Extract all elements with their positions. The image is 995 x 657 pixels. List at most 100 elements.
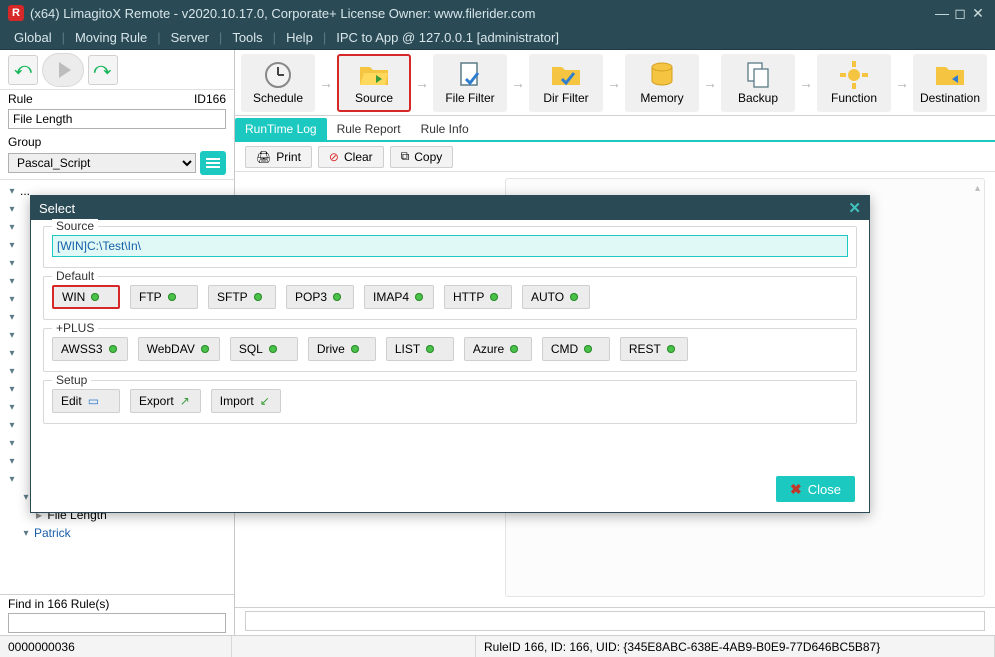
rule-input[interactable] bbox=[8, 109, 226, 129]
protocol-sql-button[interactable]: SQL bbox=[230, 337, 298, 361]
protocol-webdav-button[interactable]: WebDAV bbox=[138, 337, 220, 361]
protocol-auto-button[interactable]: AUTO bbox=[522, 285, 590, 309]
main-toolbar: Schedule → Source → File Filter → Dir Fi… bbox=[235, 50, 995, 116]
tab-row: RunTime Log Rule Report Rule Info bbox=[235, 116, 995, 142]
rule-label: Rule bbox=[8, 92, 194, 106]
media-controls: ⤺ ⤺ bbox=[0, 50, 234, 90]
arrow-icon: → bbox=[413, 75, 431, 91]
arrow-icon: → bbox=[701, 75, 719, 91]
protocol-rest-button[interactable]: REST bbox=[620, 337, 688, 361]
menu-help[interactable]: Help bbox=[278, 30, 321, 45]
source-legend: Source bbox=[52, 219, 98, 233]
scroll-up-icon[interactable]: ▴ bbox=[975, 183, 980, 194]
status-dot-icon bbox=[351, 345, 359, 353]
tool-destination[interactable]: Destination bbox=[913, 54, 987, 112]
tool-backup[interactable]: Backup bbox=[721, 54, 795, 112]
list-icon bbox=[206, 162, 220, 164]
dialog-titlebar[interactable]: Select ✕ bbox=[31, 196, 869, 220]
find-input[interactable] bbox=[8, 613, 226, 633]
tab-rule-report[interactable]: Rule Report bbox=[327, 118, 411, 140]
copy-icon: ⧉ bbox=[401, 149, 410, 164]
group-select[interactable]: Pascal_Script bbox=[8, 153, 196, 173]
group-label: Group bbox=[8, 135, 226, 149]
export-icon: ↗ bbox=[180, 394, 190, 408]
status-dot-icon bbox=[254, 293, 262, 301]
protocol-list-button[interactable]: LIST bbox=[386, 337, 454, 361]
setup-import-button[interactable]: Import↙ bbox=[211, 389, 281, 413]
bottom-input[interactable] bbox=[245, 611, 985, 631]
default-legend: Default bbox=[52, 269, 98, 283]
status-counter: 0000000036 bbox=[0, 636, 232, 657]
log-toolbar: 🖨Print ⊘Clear ⧉Copy bbox=[235, 142, 995, 172]
protocol-drive-button[interactable]: Drive bbox=[308, 337, 376, 361]
protocol-cmd-button[interactable]: CMD bbox=[542, 337, 610, 361]
default-fieldset: Default WIN FTP SFTP POP3 IMAP4 HTTP AUT… bbox=[43, 276, 857, 320]
status-dot-icon bbox=[168, 293, 176, 301]
redo-button[interactable]: ⤺ bbox=[88, 55, 118, 85]
group-list-button[interactable] bbox=[200, 151, 226, 175]
status-dot-icon bbox=[91, 293, 99, 301]
file-copy-icon bbox=[742, 61, 774, 89]
source-path-input[interactable] bbox=[52, 235, 848, 257]
folder-check-icon bbox=[550, 61, 582, 89]
edit-icon: ▭ bbox=[88, 394, 99, 408]
file-check-icon bbox=[454, 61, 486, 89]
app-icon: R bbox=[8, 5, 24, 21]
tool-memory[interactable]: Memory bbox=[625, 54, 699, 112]
setup-legend: Setup bbox=[52, 373, 91, 387]
bottom-input-row bbox=[235, 607, 995, 635]
protocol-ftp-button[interactable]: FTP bbox=[130, 285, 198, 309]
setup-edit-button[interactable]: Edit▭ bbox=[52, 389, 120, 413]
maximize-button[interactable]: ◻ bbox=[951, 5, 969, 22]
tab-runtime-log[interactable]: RunTime Log bbox=[235, 118, 327, 140]
setup-export-button[interactable]: Export↗ bbox=[130, 389, 201, 413]
minimize-button[interactable]: — bbox=[933, 5, 951, 21]
plus-fieldset: +PLUS AWSS3 WebDAV SQL Drive LIST Azure … bbox=[43, 328, 857, 372]
rule-id-label: ID166 bbox=[194, 92, 226, 106]
folder-open-icon bbox=[358, 61, 390, 89]
status-dot-icon bbox=[415, 293, 423, 301]
tool-dir-filter[interactable]: Dir Filter bbox=[529, 54, 603, 112]
status-dot-icon bbox=[333, 293, 341, 301]
undo-button[interactable]: ⤺ bbox=[8, 55, 38, 85]
arrow-icon: → bbox=[509, 75, 527, 91]
dialog-close-button[interactable]: ✖Close bbox=[776, 476, 855, 502]
menu-server[interactable]: Server bbox=[163, 30, 217, 45]
clear-button[interactable]: ⊘Clear bbox=[318, 146, 384, 168]
close-window-button[interactable]: ✕ bbox=[969, 5, 987, 22]
tool-function[interactable]: Function bbox=[817, 54, 891, 112]
protocol-awss3-button[interactable]: AWSS3 bbox=[52, 337, 128, 361]
arrow-icon: → bbox=[893, 75, 911, 91]
status-dot-icon bbox=[584, 345, 592, 353]
protocol-azure-button[interactable]: Azure bbox=[464, 337, 532, 361]
protocol-win-button[interactable]: WIN bbox=[52, 285, 120, 309]
play-button[interactable] bbox=[42, 53, 84, 87]
window-title: (x64) LimagitoX Remote - v2020.10.17.0, … bbox=[30, 6, 933, 21]
tree-node-patrick[interactable]: ▾Patrick bbox=[0, 524, 234, 542]
tool-file-filter[interactable]: File Filter bbox=[433, 54, 507, 112]
close-x-icon: ✖ bbox=[790, 481, 802, 498]
dialog-title: Select bbox=[39, 201, 848, 216]
status-dot-icon bbox=[269, 345, 277, 353]
status-dot-icon bbox=[490, 293, 498, 301]
protocol-sftp-button[interactable]: SFTP bbox=[208, 285, 276, 309]
tab-rule-info[interactable]: Rule Info bbox=[411, 118, 479, 140]
source-fieldset: Source bbox=[43, 226, 857, 268]
status-dot-icon bbox=[426, 345, 434, 353]
status-dot-icon bbox=[570, 293, 578, 301]
arrow-icon: → bbox=[797, 75, 815, 91]
tool-source[interactable]: Source bbox=[337, 54, 411, 112]
protocol-imap4-button[interactable]: IMAP4 bbox=[364, 285, 434, 309]
tool-schedule[interactable]: Schedule bbox=[241, 54, 315, 112]
menu-global[interactable]: Global bbox=[6, 30, 60, 45]
menu-moving-rule[interactable]: Moving Rule bbox=[67, 30, 155, 45]
arrow-icon: → bbox=[317, 75, 335, 91]
menu-tools[interactable]: Tools bbox=[224, 30, 270, 45]
clock-icon bbox=[262, 61, 294, 89]
menu-ipc[interactable]: IPC to App @ 127.0.0.1 [administrator] bbox=[328, 30, 567, 45]
copy-button[interactable]: ⧉Copy bbox=[390, 146, 454, 168]
protocol-pop3-button[interactable]: POP3 bbox=[286, 285, 354, 309]
dialog-close-icon[interactable]: ✕ bbox=[848, 199, 861, 217]
protocol-http-button[interactable]: HTTP bbox=[444, 285, 512, 309]
print-button[interactable]: 🖨Print bbox=[245, 146, 312, 168]
